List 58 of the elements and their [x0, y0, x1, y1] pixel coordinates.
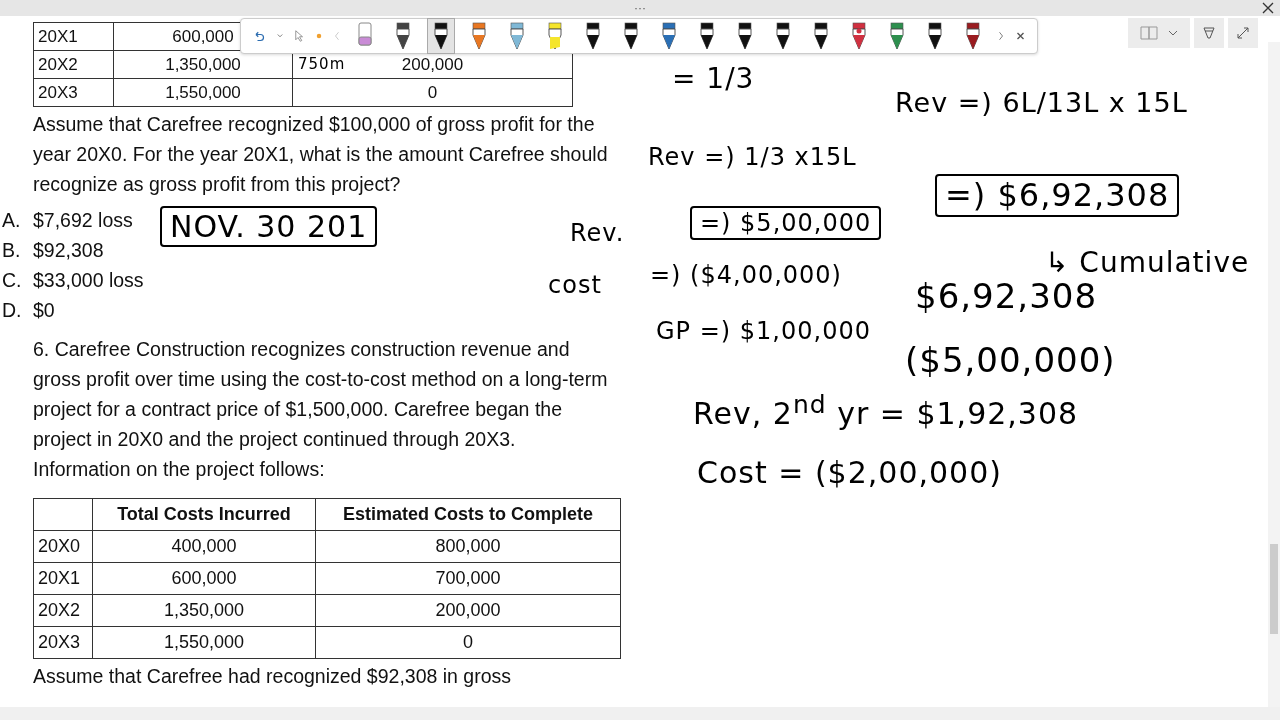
handwritten-note: ($5,00,000) — [905, 342, 1116, 380]
table-cell: 0 — [427, 82, 438, 102]
handwritten-note: =) $5,00,000 — [690, 206, 882, 241]
table-cell: 200,000 — [401, 54, 464, 74]
table-cell: 20X2 — [33, 50, 114, 79]
more-icon[interactable]: ··· — [634, 2, 646, 14]
option-text: $7,692 loss — [33, 208, 133, 232]
close-icon[interactable] — [1016, 30, 1025, 42]
table-cell: 20X0 — [33, 530, 93, 563]
table-cell: 20X1 — [33, 562, 93, 595]
pointer-icon[interactable] — [295, 28, 304, 44]
option-text: $92,308 — [33, 238, 104, 262]
option-text: $0 — [33, 298, 55, 322]
column-header: Total Costs Incurred — [92, 498, 316, 531]
handwritten-note: cost — [548, 272, 602, 299]
dot-icon[interactable] — [316, 32, 322, 40]
column-header: Estimated Costs to Complete — [315, 498, 621, 531]
question-text: Assume that Carefree had recognized $92,308 in gross — [33, 665, 513, 688]
table-cell: 800,000 — [315, 530, 621, 563]
table-cell: 700,000 — [315, 562, 621, 595]
handwritten-note: GP =) $1,00,000 — [656, 318, 871, 345]
pen-icon[interactable] — [1194, 18, 1224, 48]
table-cell: 20X1 — [33, 22, 114, 51]
table-cell: 20X3 — [33, 78, 114, 107]
table-cell: 1,550,000 — [113, 78, 293, 107]
handwritten-note: Rev =) 6L/13L x 15L — [895, 88, 1188, 118]
option-letter: B. — [1, 238, 22, 262]
handwritten-note: Cost = ($2,00,000) — [697, 456, 1002, 489]
vertical-scrollbar[interactable] — [1268, 42, 1280, 707]
handwritten-note: =) ($4,00,000) — [650, 262, 842, 289]
handwritten-note: NOV. 30 201 — [160, 206, 378, 247]
handwritten-note: $6,92,308 — [915, 278, 1098, 316]
handwritten-note: 750m — [298, 56, 346, 73]
question-text: 6. Carefree Construction recognizes construction revenue and gross profit over time using the cost-to-cost method on a long-term project for a contract price of $1,500,000. Carefree began the project in 20X0 and the project continued through 20X3. Information on the project follows: — [33, 337, 609, 482]
handwritten-note: Rev =) 1/3 x15L — [648, 144, 857, 171]
table-cell: 20X3 — [33, 626, 93, 659]
caret-icon[interactable] — [277, 33, 283, 39]
table-cell: 1,550,000 — [92, 626, 316, 659]
question-text: Assume that Carefree recognized $100,000 of gross profit for the year 20X0. For the year 20X1, what is the amount Carefree should recognize as gross profit from this project? — [33, 112, 609, 197]
table-cell: 1,350,000 — [92, 594, 316, 627]
book-icon — [1140, 26, 1158, 40]
handwritten-note: =) $6,92,308 — [935, 174, 1180, 218]
table-cell: 200,000 — [315, 594, 621, 627]
handwritten-note: Rev, 2$^{nd}$ yr = $1,92,308 — [693, 391, 1079, 430]
option-letter: A. — [1, 208, 22, 232]
table-cell: 20X2 — [33, 594, 93, 627]
chevron-right-icon[interactable] — [998, 30, 1004, 42]
option-text: $33,000 loss — [33, 268, 144, 292]
option-letter: D. — [1, 298, 23, 322]
handwritten-note: ↳ Cumulative — [1045, 248, 1250, 279]
table-cell: 400,000 — [92, 530, 316, 563]
table-cell: 0 — [315, 626, 621, 659]
handwritten-note: = 1/3 — [672, 64, 755, 95]
close-icon[interactable] — [1262, 2, 1274, 14]
table-cell: 600,000 — [92, 562, 316, 595]
caret-icon — [1168, 30, 1178, 36]
option-letter: C. — [1, 268, 23, 292]
handwritten-note: Rev. — [570, 220, 625, 247]
